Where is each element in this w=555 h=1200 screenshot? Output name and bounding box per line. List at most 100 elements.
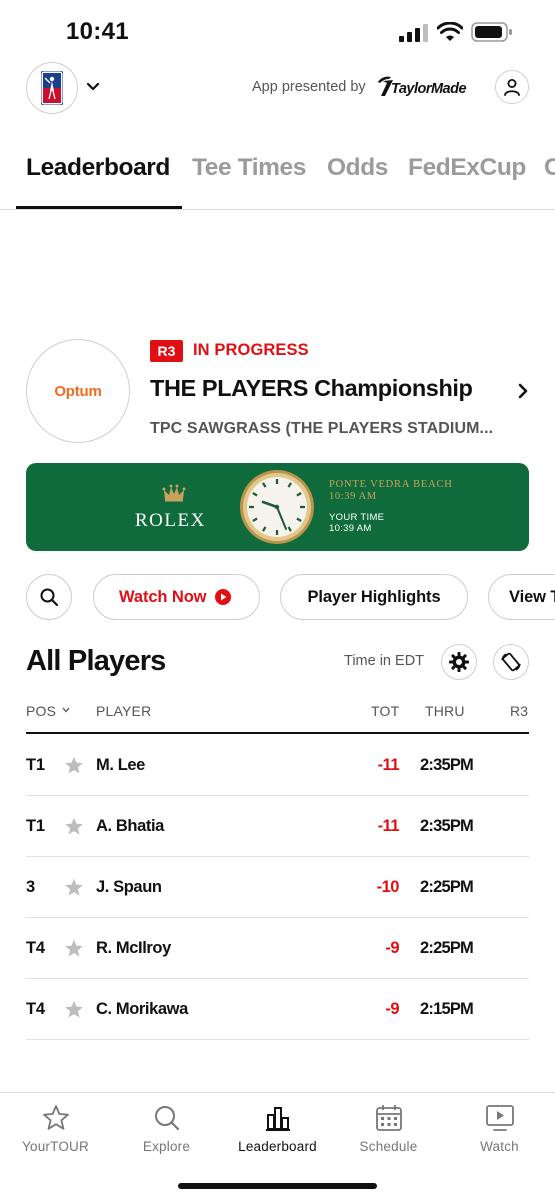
rolex-local-time: 10:39 AM (329, 491, 377, 502)
player-position: T4 (26, 1000, 45, 1018)
favorite-star-icon[interactable] (64, 756, 84, 775)
nav-leaderboard[interactable]: Leaderboard (222, 1093, 333, 1173)
player-thru: 2:35PM (420, 817, 474, 835)
header-divider (26, 732, 529, 734)
gear-icon (449, 652, 469, 672)
taylormade-logo: TaylorMade (378, 76, 467, 97)
rolex-your-time-label: YOUR TIME (329, 512, 385, 523)
nav-watch[interactable]: Watch (444, 1093, 555, 1173)
tab-overflow[interactable]: C (544, 154, 555, 182)
tab-odds[interactable]: Odds (327, 154, 388, 182)
star-icon (43, 1105, 69, 1130)
column-header-round: R3 (510, 703, 529, 719)
status-time: 10:41 (66, 18, 129, 45)
watch-now-label: Watch Now (119, 587, 207, 606)
tournament-name[interactable]: THE PLAYERS Championship (150, 375, 473, 402)
leaderboard-settings-button[interactable] (441, 644, 477, 680)
column-header-thru: THRU (425, 703, 465, 719)
table-row[interactable]: T4 R. McIlroy -9 2:25PM (26, 918, 529, 979)
player-thru: 2:15PM (420, 1000, 474, 1018)
tour-switcher-chevron-down-icon[interactable] (85, 79, 101, 95)
nav-explore[interactable]: Explore (111, 1093, 222, 1173)
player-thru: 2:25PM (420, 878, 474, 896)
battery-icon (471, 22, 512, 42)
player-search-button[interactable] (26, 574, 72, 620)
search-icon (40, 588, 59, 607)
player-position: 3 (26, 878, 35, 896)
player-total: -10 (376, 878, 400, 896)
table-row[interactable]: T1 M. Lee -11 2:35PM (26, 735, 529, 796)
tab-fedexcup[interactable]: FedExCup (408, 154, 526, 182)
column-header-player: PLAYER (96, 703, 152, 719)
tab-leaderboard[interactable]: Leaderboard (26, 154, 170, 182)
calendar-icon (376, 1105, 402, 1131)
column-header-pos[interactable]: POS (26, 703, 56, 719)
search-icon (155, 1106, 180, 1131)
rotate-screen-icon (501, 652, 521, 672)
nav-label: Leaderboard (238, 1139, 317, 1154)
sponsor-name: Optum (54, 382, 102, 400)
column-header-tot: TOT (371, 703, 400, 719)
player-highlights-label: Player Highlights (307, 587, 441, 606)
nav-yourtour[interactable]: YourTOUR (0, 1093, 111, 1173)
svg-text:TaylorMade: TaylorMade (391, 81, 466, 97)
active-tab-indicator (16, 206, 182, 209)
player-position: T1 (26, 756, 45, 774)
player-name: C. Morikawa (96, 1000, 188, 1018)
rolex-your-time: 10:39 AM (329, 523, 372, 534)
favorite-star-icon[interactable] (64, 1000, 84, 1019)
action-chip-row: Watch Now Player Highlights View T (0, 574, 555, 620)
round-badge: R3 (150, 340, 183, 362)
wifi-icon (437, 22, 463, 41)
favorite-star-icon[interactable] (64, 878, 84, 897)
tab-tee-times[interactable]: Tee Times (192, 154, 306, 182)
rolex-clock-banner[interactable]: ROLEX PONTE VEDRA BEACH 10:39 AM YOUR TI… (26, 463, 529, 551)
nav-label: YourTOUR (22, 1139, 89, 1154)
table-row[interactable]: T4 C. Morikawa -9 2:15PM (26, 979, 529, 1040)
bar-chart-icon (266, 1107, 290, 1131)
tournament-sponsor-logo: Optum (26, 339, 130, 443)
player-name: M. Lee (96, 756, 145, 774)
table-row[interactable]: 3 J. Spaun -10 2:25PM (26, 857, 529, 918)
rolex-location: PONTE VEDRA BEACH (329, 479, 453, 490)
player-highlights-button[interactable]: Player Highlights (280, 574, 468, 620)
rolex-clock-icon (240, 470, 314, 544)
nav-label: Watch (480, 1139, 519, 1154)
play-icon (215, 589, 232, 605)
cellular-signal-icon (399, 24, 428, 42)
user-icon (504, 79, 520, 96)
leaderboard-title: All Players (26, 645, 166, 677)
round-status: IN PROGRESS (193, 341, 309, 359)
player-name: A. Bhatia (96, 817, 164, 835)
chevron-right-icon[interactable] (516, 381, 530, 401)
table-row[interactable]: T1 A. Bhatia -11 2:35PM (26, 796, 529, 857)
player-name: J. Spaun (96, 878, 162, 896)
status-bar: 10:41 (0, 0, 555, 62)
profile-button[interactable] (495, 70, 529, 104)
player-name: R. McIlroy (96, 939, 171, 957)
player-thru: 2:35PM (420, 756, 474, 774)
player-total: -9 (385, 939, 399, 957)
rolex-wordmark: ROLEX (135, 510, 206, 531)
tour-switcher-logo[interactable] (26, 62, 78, 114)
player-total: -9 (385, 1000, 399, 1018)
timezone-label: Time in EDT (344, 653, 425, 669)
nav-schedule[interactable]: Schedule (333, 1093, 444, 1173)
sort-chevron-down-icon[interactable] (62, 707, 70, 713)
rolex-crown-icon (162, 484, 186, 502)
play-screen-icon (486, 1105, 514, 1131)
favorite-star-icon[interactable] (64, 817, 84, 836)
view-button[interactable]: View T (488, 574, 555, 620)
tournament-venue: TPC SAWGRASS (THE PLAYERS STADIUM... (150, 420, 494, 437)
section-tabs: Leaderboard Tee Times Odds FedExCup C (0, 140, 555, 210)
player-thru: 2:25PM (420, 939, 474, 957)
pga-tour-logo-icon (41, 71, 63, 105)
watch-now-button[interactable]: Watch Now (93, 574, 260, 620)
presented-by-label: App presented by (252, 79, 366, 95)
nav-label: Explore (142, 1139, 191, 1154)
rotate-view-button[interactable] (493, 644, 529, 680)
player-position: T4 (26, 939, 45, 957)
home-indicator[interactable] (178, 1183, 377, 1189)
favorite-star-icon[interactable] (64, 939, 84, 958)
view-label: View T (509, 587, 555, 606)
